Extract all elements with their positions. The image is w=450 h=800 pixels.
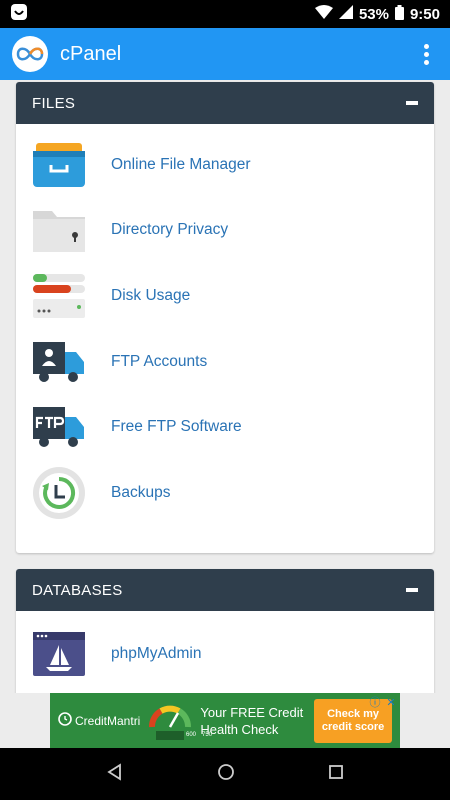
ftp-accounts-icon [32,335,86,389]
databases-panel-title: DATABASES [32,581,123,599]
ad-close-icon[interactable]: ✕ [384,695,398,709]
directory-privacy-icon [32,203,86,257]
ad-banner[interactable]: CreditMantri 600 750 Your FREE Credit He… [50,693,400,748]
phpmyadmin-item[interactable]: phpMyAdmin [16,621,434,687]
ad-info-icon[interactable]: ⓘ [368,695,382,709]
recents-button[interactable] [328,764,344,785]
disk-usage-item[interactable]: Disk Usage [16,263,434,329]
main-content[interactable]: FILES Online File Manager Directory Priv… [0,80,450,693]
overflow-menu-button[interactable] [414,39,438,69]
collapse-icon[interactable] [406,588,418,592]
disk-usage-icon [32,269,86,323]
ftp-software-item[interactable]: Free FTP Software [16,394,434,460]
gauge-range: 600 750 [186,732,213,738]
collapse-icon[interactable] [406,101,418,105]
signal-icon [338,5,353,23]
status-bar: 53% 9:50 [0,0,450,28]
clock-logo-icon [58,712,72,729]
ftp-software-icon [32,400,86,454]
app-bar: cPanel [0,28,450,80]
databases-panel: DATABASES phpMyAdmin [16,569,434,693]
ad-brand: CreditMantri [58,712,140,729]
backups-icon [32,466,86,520]
phpmyadmin-label[interactable]: phpMyAdmin [111,645,201,663]
databases-panel-header[interactable]: DATABASES [16,569,434,611]
ad-headline: Your FREE Credit Health Check [200,704,304,737]
ftp-accounts-item[interactable]: FTP Accounts [16,329,434,395]
home-button[interactable] [217,763,235,786]
files-panel: FILES Online File Manager Directory Priv… [16,82,434,553]
battery-icon [394,4,404,24]
disk-usage-label[interactable]: Disk Usage [111,287,190,305]
app-title: cPanel [60,42,122,65]
system-nav-bar [0,748,450,800]
clock: 9:50 [409,5,440,23]
ftp-accounts-label[interactable]: FTP Accounts [111,353,207,371]
app-logo [12,36,48,72]
files-panel-title: FILES [32,94,76,112]
backups-label[interactable]: Backups [111,484,170,502]
wifi-icon [314,5,333,23]
file-manager-icon [32,138,86,192]
directory-privacy-item[interactable]: Directory Privacy [16,198,434,264]
files-panel-header[interactable]: FILES [16,82,434,124]
back-button[interactable] [106,762,124,786]
backups-item[interactable]: Backups [16,460,434,526]
file-manager-label[interactable]: Online File Manager [111,156,251,174]
ftp-software-label[interactable]: Free FTP Software [111,418,242,436]
phpmyadmin-icon [32,627,86,681]
file-manager-item[interactable]: Online File Manager [16,132,434,198]
notification-icon [10,3,28,26]
battery-percent: 53% [358,5,389,23]
directory-privacy-label[interactable]: Directory Privacy [111,221,228,239]
